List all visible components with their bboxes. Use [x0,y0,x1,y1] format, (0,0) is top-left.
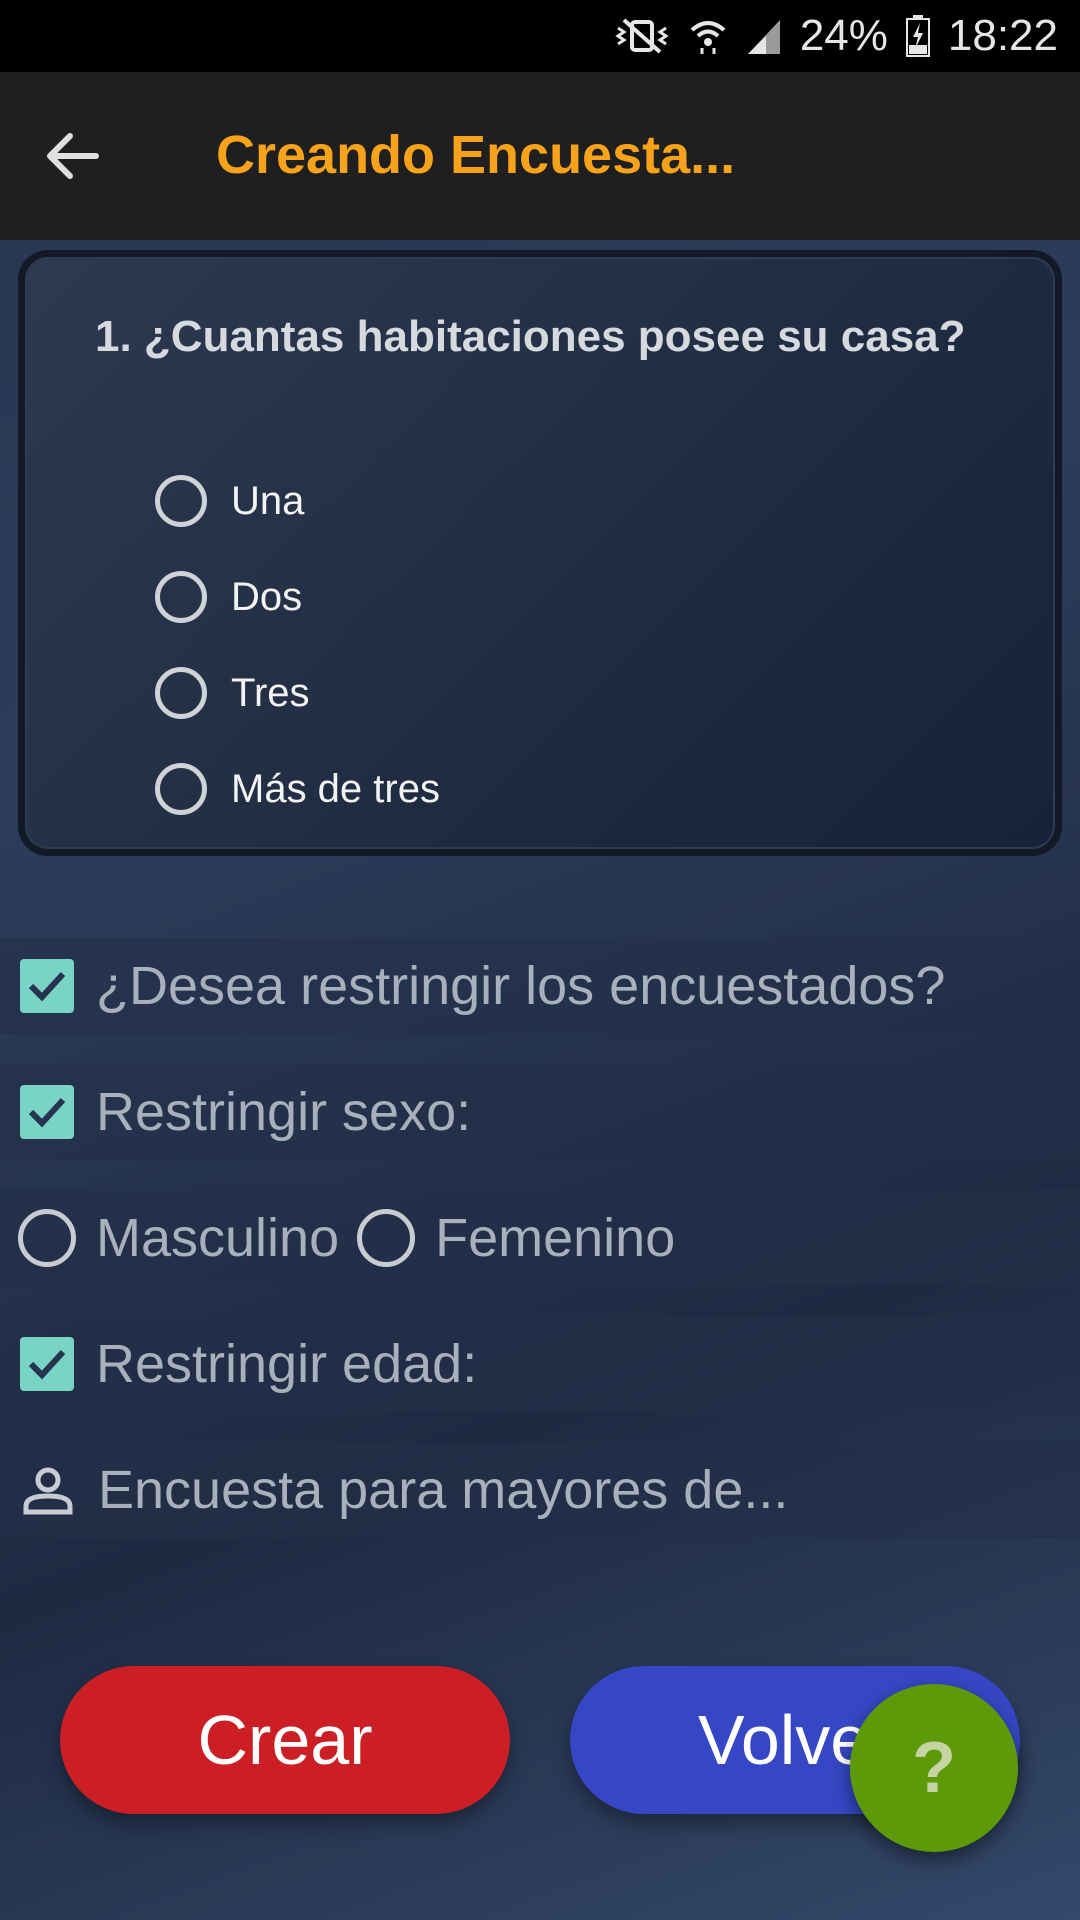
female-radio[interactable] [357,1209,416,1267]
create-button[interactable]: Crear [60,1666,510,1814]
option-una[interactable]: Una [155,453,440,549]
check-icon [28,1349,66,1380]
check-icon [28,1097,66,1128]
restrict-respondents-row[interactable]: ¿Desea restringir los encuestados? [0,938,1080,1034]
signal-icon [746,16,782,56]
app-bar: Creando Encuesta... [0,72,1080,240]
battery-icon [905,15,930,57]
restrict-respondents-checkbox[interactable] [20,959,74,1013]
age-input-placeholder[interactable]: Encuesta para mayores de... [98,1459,788,1521]
question-text: 1. ¿Cuantas habitaciones posee su casa? [95,312,966,361]
male-radio[interactable] [18,1209,76,1267]
male-label[interactable]: Masculino [96,1207,339,1269]
restrict-age-row[interactable]: Restringir edad: [0,1316,1080,1412]
wifi-icon [688,16,728,56]
option-tres[interactable]: Tres [155,645,440,741]
sex-options-row: Masculino Femenino [0,1190,1080,1286]
restrict-sex-checkbox[interactable] [20,1085,74,1139]
answer-options: Una Dos Tres Más de tres [155,453,440,837]
option-label: Dos [231,574,303,619]
option-label: Tres [231,670,310,715]
help-button[interactable]: ? [850,1684,1018,1852]
radio-button[interactable] [155,763,207,815]
back-arrow-icon[interactable] [40,124,104,188]
battery-percent: 24% [799,11,888,60]
vibrate-mute-icon [614,16,670,56]
option-label: Más de tres [231,766,440,811]
person-icon [20,1462,76,1518]
restrict-sex-row[interactable]: Restringir sexo: [0,1064,1080,1160]
option-dos[interactable]: Dos [155,549,440,645]
status-bar: 24% 18:22 [0,0,1080,72]
restrict-respondents-label: ¿Desea restringir los encuestados? [96,956,946,1016]
female-label[interactable]: Femenino [435,1207,675,1269]
question-card: 1. ¿Cuantas habitaciones posee su casa? … [18,250,1062,856]
radio-button[interactable] [155,667,207,719]
check-icon [28,971,66,1002]
page-title: Creando Encuesta... [216,125,736,185]
restrict-age-checkbox[interactable] [20,1337,74,1391]
radio-button[interactable] [155,571,207,623]
age-input-field[interactable]: Encuesta para mayores de... [0,1442,1080,1538]
restrict-sex-label: Restringir sexo: [96,1082,472,1142]
restrict-age-label: Restringir edad: [96,1334,478,1394]
radio-button[interactable] [155,475,207,527]
option-label: Una [231,478,305,523]
option-mas-de-tres[interactable]: Más de tres [155,741,440,837]
clock: 18:22 [947,11,1058,60]
